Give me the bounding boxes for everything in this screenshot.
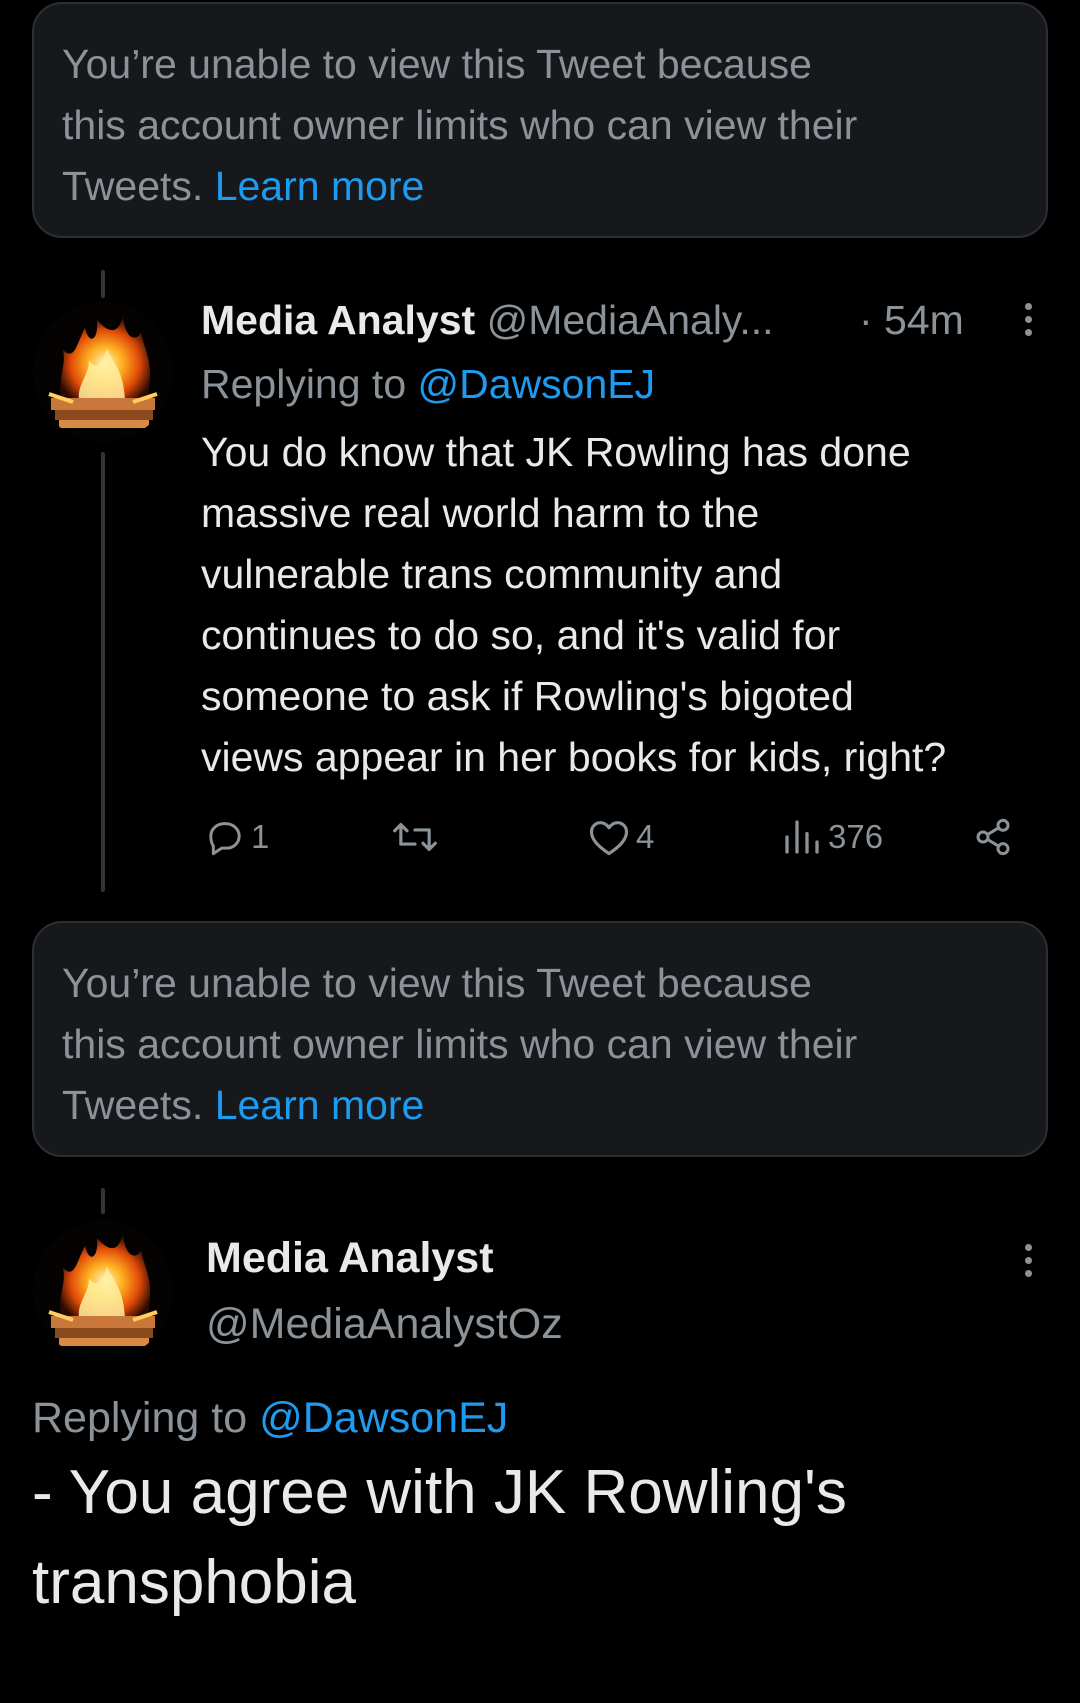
views-button[interactable]: 376 [782,812,883,862]
tweet-text-line: someone to ask if Rowling's bigoted [201,673,854,719]
tweet-text-line: massive real world harm to the [201,490,760,536]
replying-prefix: Replying to [32,1394,248,1442]
tweet-text-line: vulnerable trans community and [201,551,783,597]
more-options-icon[interactable] [1022,303,1034,339]
author-name[interactable]: Media Analyst [201,297,475,343]
views-count: 376 [828,818,884,855]
notice-line: this account owner limits who can view t… [62,102,858,148]
avatar[interactable] [33,302,173,442]
tweet-text: - You agree with JK Rowling's transphobi… [32,1448,1062,1628]
heart-icon [589,821,629,856]
author-handle[interactable]: @MediaAnalystOz [206,1294,563,1354]
views-icon [785,820,819,854]
author-name[interactable]: Media Analyst [206,1228,494,1288]
share-button[interactable] [972,812,1014,862]
notice-line: You’re unable to view this Tweet because [62,960,812,1006]
replying-to: Replying to @DawsonEJ [32,1390,508,1446]
tweet-text-line: continues to do so, and it's valid for [201,612,841,658]
tweet-text: You do know that JK Rowling has done mas… [201,422,1061,788]
twitter-thread: You’re unable to view this Tweet because… [0,0,1080,1703]
tweet-text-line: transphobia [32,1548,357,1617]
mention-link[interactable]: @DawsonEJ [259,1394,508,1442]
notice-line: Tweets. [62,163,204,209]
replying-to: Replying to @DawsonEJ [201,356,655,412]
notice-line: You’re unable to view this Tweet because [62,41,812,87]
like-button[interactable]: 4 [588,812,654,862]
tweet-text-line: views appear in her books for kids, righ… [201,734,947,780]
thread-connector-line [101,1188,105,1214]
more-options-icon[interactable] [1022,1244,1034,1280]
tweet-text-line: You do know that JK Rowling has done [201,429,911,475]
restricted-tweet-notice: You’re unable to view this Tweet because… [32,921,1048,1157]
notice-line: Tweets. [62,1082,204,1128]
thread-connector-line [101,270,105,298]
mention-link[interactable]: @DawsonEJ [418,361,656,407]
tweet-action-bar: 1 4 376 [0,812,1080,862]
notice-line: this account owner limits who can view t… [62,1021,858,1067]
author-handle[interactable]: @MediaAnaly... [487,297,774,343]
replying-prefix: Replying to [201,361,407,407]
burning-books-avatar-icon [33,1220,173,1360]
reply-icon [209,822,241,856]
like-count: 4 [636,818,655,855]
tweet-timestamp[interactable]: · 54m [859,290,964,350]
reply-count: 1 [251,818,270,855]
restricted-tweet-notice: You’re unable to view this Tweet because… [32,2,1048,238]
share-icon [976,818,1010,856]
learn-more-link[interactable]: Learn more [215,1082,425,1128]
retweet-icon [393,823,437,851]
avatar[interactable] [33,1220,173,1360]
burning-books-avatar-icon [33,302,173,442]
tweet-text-line: - You agree with JK Rowling's [32,1458,847,1527]
tweet-header: Media Analyst @MediaAnaly... · 54m [201,290,1041,350]
retweet-button[interactable] [392,812,438,862]
learn-more-link[interactable]: Learn more [215,163,425,209]
reply-button[interactable]: 1 [205,812,269,862]
